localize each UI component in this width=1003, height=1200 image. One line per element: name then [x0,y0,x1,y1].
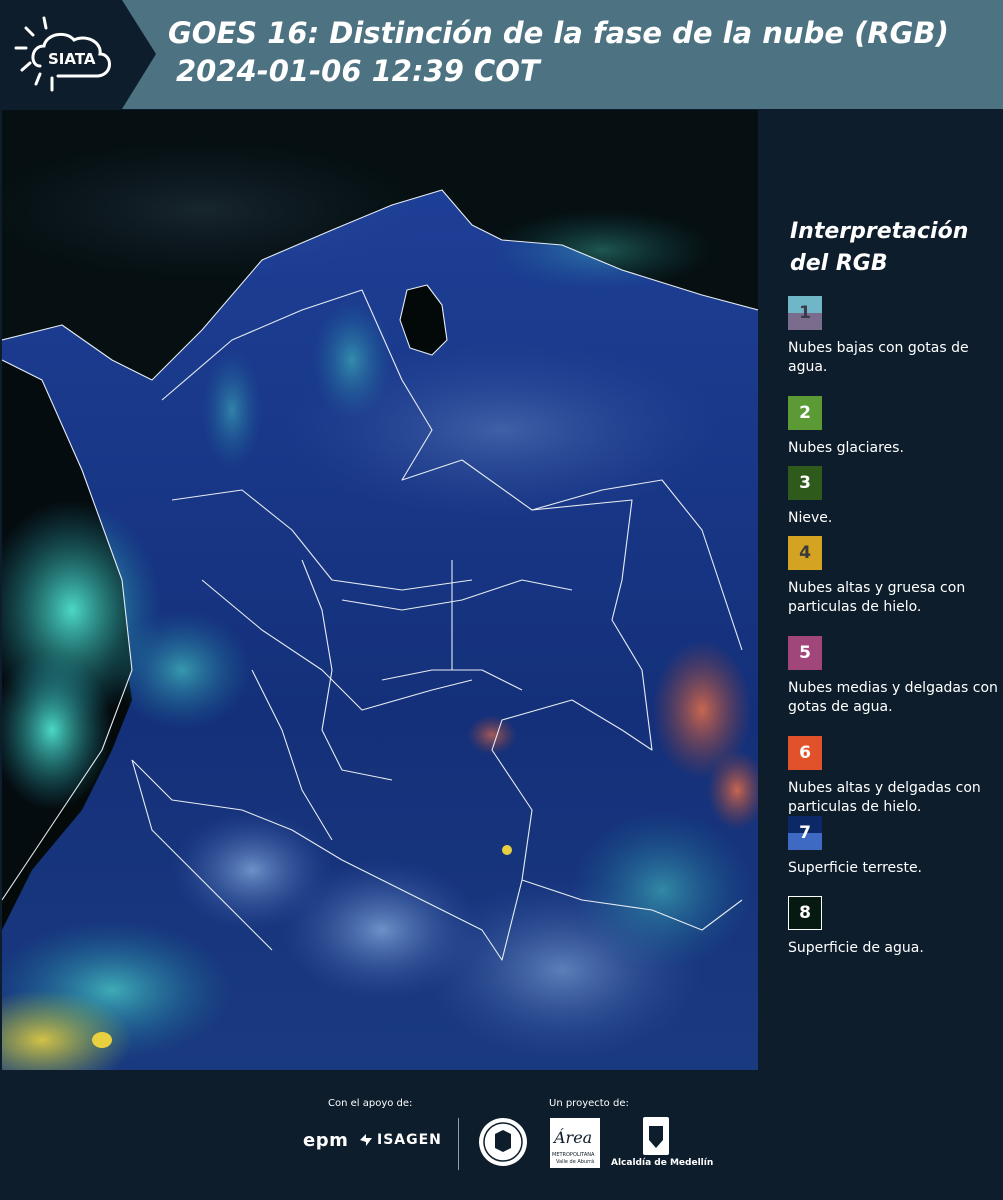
legend-item-1: 1 Nubes bajas con gotas de agua. [788,296,998,377]
legend-item-2: 2 Nubes glaciares. [788,396,998,458]
siata-logo-text: SIATA [48,50,96,68]
legend-swatch-5: 5 [788,636,822,670]
isagen-logo: ISAGEN [377,1132,442,1148]
legend-number: 1 [799,303,811,323]
footer-divider [458,1118,459,1170]
title-line1: GOES 16: Distinción de la fase de la nub… [168,16,949,50]
legend-number: 2 [799,403,811,423]
legend-item-3: 3 Nieve. [788,466,998,528]
title-line2: 2024-01-06 12:39 COT [176,54,540,88]
satellite-map [2,110,758,1070]
legend-label: Nubes altas y gruesa con particulas de h… [788,580,966,615]
seal-logo [479,1118,527,1166]
isagen-icon [360,1134,372,1146]
epm-logo: epm [303,1130,349,1151]
area-logo-sub2: Valle de Aburrá [556,1159,595,1165]
area-logo-sub: METROPOLITANA [552,1152,595,1158]
legend-item-4: 4 Nubes altas y gruesa con particulas de … [788,536,998,617]
area-metropolitana-logo: Área METROPOLITANA Valle de Aburrá [550,1118,600,1168]
legend-label: Superficie terreste. [788,860,923,876]
legend-swatch-4: 4 [788,536,822,570]
legend-swatch-8: 8 [788,896,822,930]
alcaldia-shield-icon [643,1117,669,1155]
legend-swatch-1: 1 [788,296,822,330]
legend-label: Nubes medias y delgadas con gotas de agu… [788,680,998,715]
legend-item-6: 6 Nubes altas y delgadas con particulas d… [788,736,998,817]
footer: Con el apoyo de: Un proyecto de: epm ISA… [0,1070,1003,1200]
legend-label: Nieve. [788,510,833,526]
legend-swatch-3: 3 [788,466,822,500]
legend-number: 4 [799,543,811,563]
siata-logo: SIATA [14,16,111,92]
legend-item-8: 8 Superficie de agua. [788,896,998,958]
legend-number: 8 [799,903,811,923]
legend-label: Nubes glaciares. [788,440,904,456]
legend-swatch-2: 2 [788,396,822,430]
legend-label: Nubes bajas con gotas de agua. [788,340,969,375]
legend-item-5: 5 Nubes medias y delgadas con gotas de ag… [788,636,998,717]
legend-panel: Interpretación del RGB 1 Nubes bajas con … [760,110,1003,1070]
legend-label: Nubes altas y delgadas con particulas de… [788,780,981,815]
legend-number: 3 [799,473,811,493]
legend-title: Interpretación del RGB [790,219,969,276]
legend-swatch-6: 6 [788,736,822,770]
legend-label: Superficie de agua. [788,940,924,956]
area-logo-text: Área [554,1128,593,1147]
alcaldia-logo-text: Alcaldía de Medellín [611,1158,714,1168]
support-label: Con el apoyo de: [328,1098,413,1109]
legend-number: 7 [799,823,811,843]
legend-number: 5 [799,643,811,663]
project-label: Un proyecto de: [549,1098,629,1109]
legend-item-7: 7 Superficie terreste. [788,816,998,878]
satellite-map-image [2,110,758,1070]
page-title: GOES 16: Distinción de la fase de la nub… [168,14,949,90]
legend-number: 6 [799,743,811,763]
legend-swatch-7: 7 [788,816,822,850]
